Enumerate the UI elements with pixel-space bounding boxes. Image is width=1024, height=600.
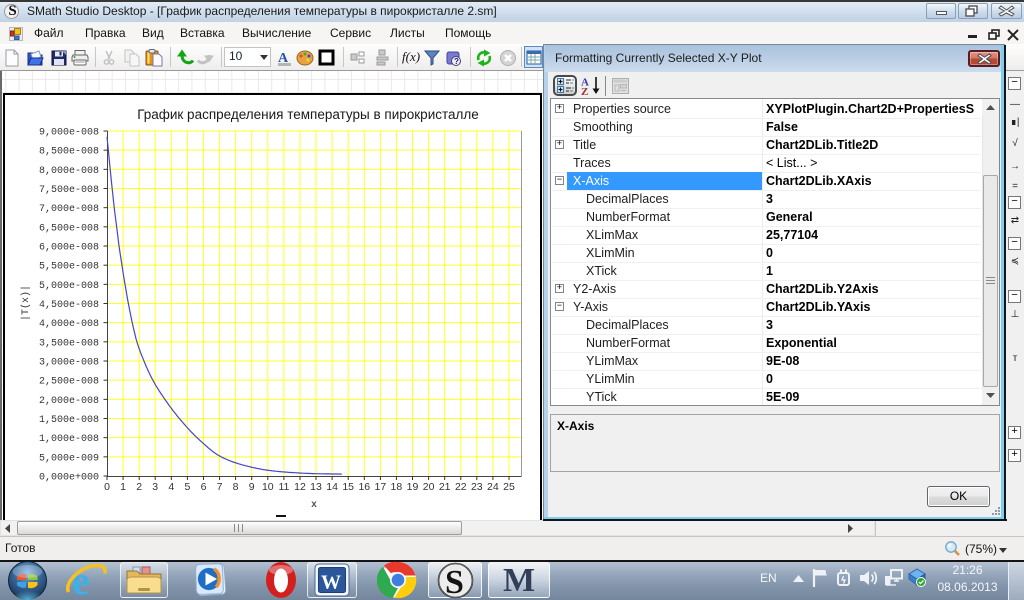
svg-text:8: 8 <box>233 481 239 493</box>
svg-text:?: ? <box>454 57 459 66</box>
svg-text:16: 16 <box>358 481 370 493</box>
svg-text:4: 4 <box>168 481 174 493</box>
svg-text:14: 14 <box>326 481 338 493</box>
svg-text:6: 6 <box>201 481 207 493</box>
svg-text:Z: Z <box>581 86 588 96</box>
svg-text:9,000e-008: 9,000e-008 <box>39 128 99 139</box>
svg-text:5,500e-008: 5,500e-008 <box>39 262 99 273</box>
svg-text:25: 25 <box>503 481 515 493</box>
svg-text:21: 21 <box>439 481 451 493</box>
svg-text:6,500e-008: 6,500e-008 <box>39 223 99 234</box>
svg-text:19: 19 <box>407 481 419 493</box>
svg-text:3,500e-008: 3,500e-008 <box>39 338 99 349</box>
svg-text:|T(x)|: |T(x)| <box>20 285 32 321</box>
svg-text:5,000e-009: 5,000e-009 <box>39 453 99 464</box>
svg-text:5: 5 <box>184 481 190 493</box>
svg-text:x: x <box>311 499 317 510</box>
svg-text:3,000e-008: 3,000e-008 <box>39 358 99 369</box>
svg-text:4,000e-008: 4,000e-008 <box>39 319 99 330</box>
svg-text:3: 3 <box>152 481 158 493</box>
svg-text:10: 10 <box>262 481 274 493</box>
svg-text:17: 17 <box>375 481 387 493</box>
svg-text:0: 0 <box>104 481 110 493</box>
svg-text:22: 22 <box>455 481 467 493</box>
svg-text:6,000e-008: 6,000e-008 <box>39 243 99 254</box>
svg-text:20: 20 <box>423 481 435 493</box>
svg-text:8,500e-008: 8,500e-008 <box>39 147 99 158</box>
svg-text:18: 18 <box>391 481 403 493</box>
svg-text:2,000e-008: 2,000e-008 <box>39 396 99 407</box>
svg-text:1: 1 <box>120 481 126 493</box>
svg-text:15: 15 <box>342 481 354 493</box>
svg-text:12: 12 <box>294 481 306 493</box>
svg-text:График распределения температу: График распределения температуры в пирок… <box>137 107 479 122</box>
svg-text:2: 2 <box>136 481 142 493</box>
svg-text:24: 24 <box>487 481 499 493</box>
svg-text:11: 11 <box>278 481 289 493</box>
svg-text:9: 9 <box>249 481 255 493</box>
svg-text:0,000e+000: 0,000e+000 <box>39 473 99 484</box>
svg-text:7,000e-008: 7,000e-008 <box>39 204 99 215</box>
svg-text:2,500e-008: 2,500e-008 <box>39 377 99 388</box>
svg-text:S: S <box>445 564 464 599</box>
svg-text:4,500e-008: 4,500e-008 <box>39 300 99 311</box>
svg-text:1,000e-008: 1,000e-008 <box>39 434 99 445</box>
svg-text:W: W <box>321 572 341 594</box>
svg-text:1,500e-008: 1,500e-008 <box>39 415 99 426</box>
svg-text:7,500e-008: 7,500e-008 <box>39 185 99 196</box>
svg-text:5,000e-008: 5,000e-008 <box>39 281 99 292</box>
svg-text:13: 13 <box>310 481 322 493</box>
svg-text:23: 23 <box>471 481 483 493</box>
svg-text:7: 7 <box>217 481 223 493</box>
svg-text:8,000e-008: 8,000e-008 <box>39 166 99 177</box>
